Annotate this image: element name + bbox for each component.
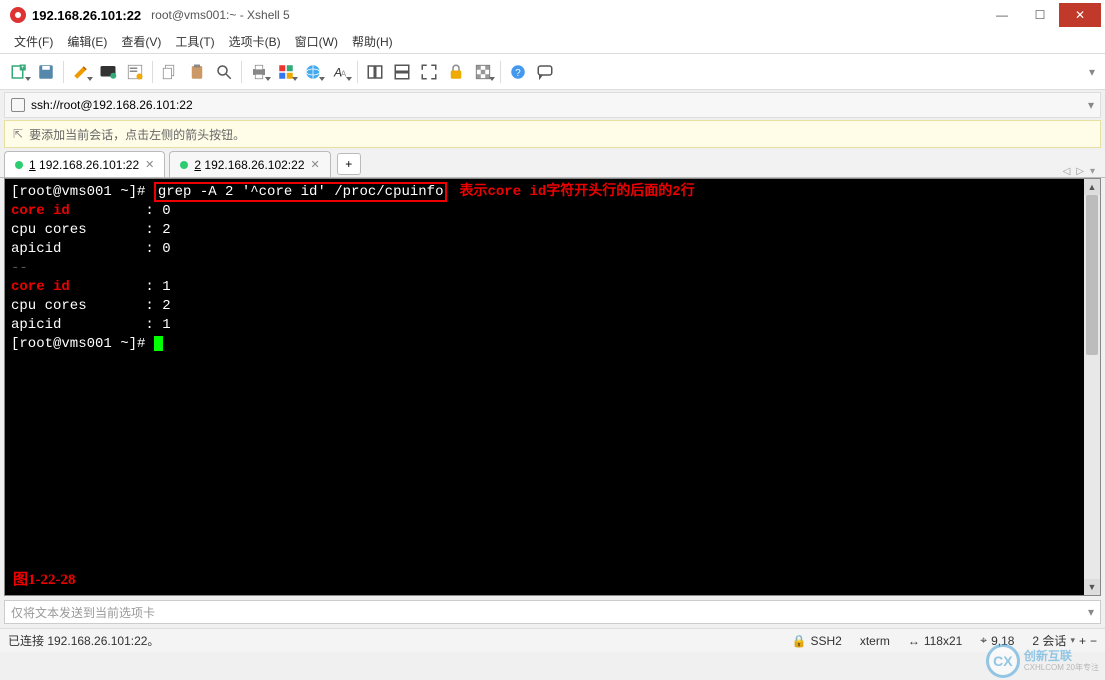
tab-close-icon[interactable]: ✕ [145,158,154,171]
compose-input[interactable]: 仅将文本发送到当前选项卡 ▾ [4,600,1101,624]
color-icon[interactable] [273,59,299,85]
app-icon [10,7,26,23]
minimize-button[interactable]: — [983,3,1021,27]
compose-placeholder: 仅将文本发送到当前选项卡 [11,604,155,621]
tab-label: 192.168.26.101:22 [39,158,139,172]
terminal[interactable]: [root@vms001 ~]# grep -A 2 '^core id' /p… [5,179,1100,358]
globe-icon[interactable] [300,59,326,85]
lock-icon[interactable] [443,59,469,85]
tile-h-icon[interactable] [362,59,388,85]
lock-small-icon: 🔒 [792,634,807,648]
tab-prev-icon[interactable]: ◁ [1061,166,1073,177]
menu-tools[interactable]: 工具(T) [169,31,220,52]
menu-file[interactable]: 文件(F) [8,31,59,52]
watermark-sub: CXHLCOM 20年专注 [1024,662,1099,673]
scroll-up-icon[interactable]: ▲ [1084,179,1100,195]
status-connection: 已连接 192.168.26.101:22。 [8,632,159,649]
figure-label: 图1-22-28 [13,568,76,589]
scrollbar[interactable]: ▲ ▼ [1084,179,1100,595]
fullscreen-icon[interactable] [416,59,442,85]
hint-bar: ⇱ 要添加当前会话，点击左侧的箭头按钮。 [4,120,1101,148]
new-session-icon[interactable]: + [6,59,32,85]
watermark: CX 创新互联 CXHLCOM 20年专注 [986,644,1099,678]
tab-list-icon[interactable]: ▾ [1088,166,1097,177]
address-overflow-icon[interactable]: ▾ [1088,98,1094,112]
toolbar: + AA ? ▾ [0,54,1105,90]
tab-number: 2 [194,158,201,172]
address-icon [11,98,25,112]
address-text: ssh://root@192.168.26.101:22 [31,98,193,112]
menu-edit[interactable]: 编辑(E) [61,31,113,52]
help-icon[interactable]: ? [505,59,531,85]
compose-dropdown-icon[interactable]: ▾ [1088,605,1094,619]
tab-number: 1 [29,158,36,172]
tab-1[interactable]: 1 192.168.26.101:22 ✕ [4,151,165,177]
properties-icon[interactable] [122,59,148,85]
session-tabs: 1 192.168.26.101:22 ✕ 2 192.168.26.102:2… [0,150,1105,178]
watermark-text: 创新互联 [1024,650,1099,662]
svg-text:A: A [341,69,347,78]
search-icon[interactable] [211,59,237,85]
title-ip: 192.168.26.101:22 [32,8,141,23]
scroll-thumb[interactable] [1086,195,1098,355]
status-dot-icon [15,161,23,169]
edit-script-icon[interactable] [68,59,94,85]
terminal-icon[interactable] [95,59,121,85]
svg-text:?: ? [515,67,521,78]
menu-help[interactable]: 帮助(H) [346,31,399,52]
resize-icon: ↔ [908,634,920,648]
svg-text:+: + [21,64,25,71]
status-ssh: 🔒SSH2 [792,634,842,648]
menu-view[interactable]: 查看(V) [115,31,167,52]
print-icon[interactable] [246,59,272,85]
tab-nav: ◁ ▷ ▾ [1061,166,1101,177]
paste-icon[interactable] [184,59,210,85]
tab-close-icon[interactable]: ✕ [311,158,320,171]
watermark-logo-icon: CX [986,644,1020,678]
menu-bar: 文件(F) 编辑(E) 查看(V) 工具(T) 选项卡(B) 窗口(W) 帮助(… [0,30,1105,54]
close-button[interactable]: ✕ [1059,3,1101,27]
status-term: xterm [860,634,890,648]
terminal-panel: [root@vms001 ~]# grep -A 2 '^core id' /p… [4,178,1101,596]
copy-icon[interactable] [157,59,183,85]
toolbar-overflow-icon[interactable]: ▾ [1089,65,1099,79]
hint-pin-icon[interactable]: ⇱ [13,127,23,141]
tab-label: 192.168.26.102:22 [204,158,304,172]
tile-v-icon[interactable] [389,59,415,85]
address-bar[interactable]: ssh://root@192.168.26.101:22 ▾ [4,92,1101,118]
hint-text: 要添加当前会话，点击左侧的箭头按钮。 [29,126,245,143]
title-bar: 192.168.26.101:22 root@vms001:~ - Xshell… [0,0,1105,30]
transparency-icon[interactable] [470,59,496,85]
scroll-down-icon[interactable]: ▼ [1084,579,1100,595]
status-bar: 已连接 192.168.26.101:22。 🔒SSH2 xterm ↔ 118… [0,628,1105,652]
status-size: ↔ 118x21 [908,634,962,648]
tab-add-button[interactable]: + [337,153,361,175]
tab-2[interactable]: 2 192.168.26.102:22 ✕ [169,151,330,177]
maximize-button[interactable]: ☐ [1021,3,1059,27]
status-dot-icon [180,161,188,169]
tab-next-icon[interactable]: ▷ [1074,166,1086,177]
chat-icon[interactable] [532,59,558,85]
font-icon[interactable]: AA [327,59,353,85]
menu-tabs[interactable]: 选项卡(B) [223,31,287,52]
save-icon[interactable] [33,59,59,85]
title-session: root@vms001:~ - Xshell 5 [151,8,290,22]
menu-window[interactable]: 窗口(W) [289,31,344,52]
